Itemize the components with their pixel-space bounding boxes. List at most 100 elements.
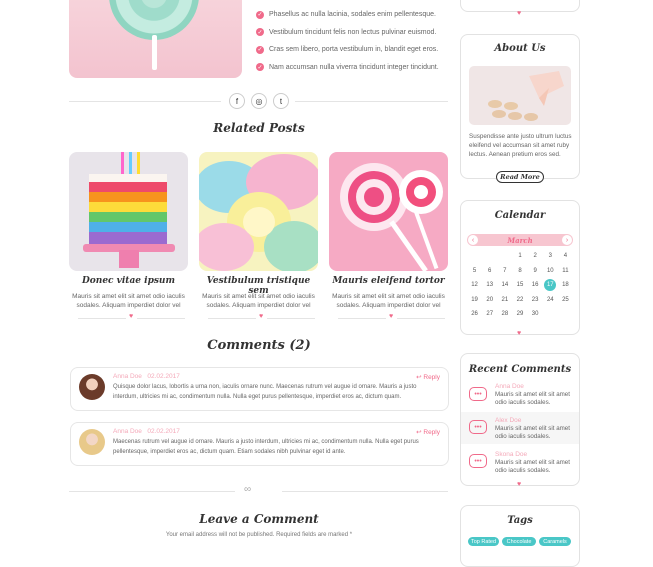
calendar-day[interactable]: 10: [544, 268, 556, 274]
calendar-grid: 1 2 3 4 5 6 7 8 9 10 11 12 13 14 15 16 17 18 19 20 21 22 23 24 2…: [467, 253, 573, 325]
form-note: Your email address will not be published…: [165, 532, 353, 538]
calendar-day[interactable]: 17: [544, 279, 557, 291]
speech-bubble-icon: •••: [469, 454, 487, 468]
calendar-day[interactable]: 14: [499, 282, 511, 288]
recent-author[interactable]: Anna Doe: [495, 383, 524, 390]
read-more-button[interactable]: Read More: [496, 171, 544, 183]
calendar-day[interactable]: 6: [484, 268, 496, 274]
calendar-day[interactable]: 22: [514, 297, 526, 303]
calendar-day[interactable]: 4: [559, 253, 571, 259]
month-label: March: [507, 236, 533, 245]
comment-date: 02.02.2017: [147, 428, 180, 435]
feature-item: ✓ Vestibulum tincidunt felis non lectus p…: [256, 28, 437, 37]
post-image-cake[interactable]: [69, 152, 188, 271]
tags-title: Tags: [507, 515, 533, 526]
divider: [69, 101, 221, 102]
lollipop-swirl: [109, 0, 199, 40]
calendar-day[interactable]: 1: [514, 253, 526, 259]
calendar-day[interactable]: 15: [514, 282, 526, 288]
heart-icon: ♥: [517, 330, 522, 337]
leave-comment-heading: Leave a Comment: [199, 512, 319, 526]
reply-link[interactable]: ↩ Reply: [416, 428, 440, 436]
post-title[interactable]: Donec vitae ipsum: [69, 276, 188, 286]
bow-ornament-icon: ∞: [244, 484, 252, 495]
comment-text: Maecenas rutrum vel augue id ornare. Mau…: [113, 439, 419, 455]
tags-widget: Tags Top Rated Chocolate Caramels: [460, 505, 580, 567]
calendar-day[interactable]: 18: [559, 282, 571, 288]
tag-pill[interactable]: Top Rated: [468, 537, 499, 546]
calendar-day[interactable]: 2: [529, 253, 541, 259]
divider: [208, 318, 256, 319]
calendar-day[interactable]: 25: [559, 297, 571, 303]
calendar-day[interactable]: 3: [544, 253, 556, 259]
divider: [267, 318, 315, 319]
calendar-day[interactable]: 11: [559, 268, 571, 274]
calendar-day[interactable]: 7: [499, 268, 511, 274]
calendar-day[interactable]: 8: [514, 268, 526, 274]
calendar-title: Calendar: [494, 210, 546, 221]
about-image: [469, 66, 571, 125]
next-month-button[interactable]: ›: [562, 235, 572, 245]
tag-pill[interactable]: Caramels: [539, 537, 571, 546]
recent-author[interactable]: Skona Doe: [495, 451, 527, 458]
calendar-day[interactable]: 26: [469, 311, 481, 317]
tag-pill[interactable]: Chocolate: [502, 537, 536, 546]
calendar-day[interactable]: 5: [469, 268, 481, 274]
comments-heading: Comments (2): [207, 338, 311, 353]
recent-author[interactable]: Alex Doe: [495, 417, 521, 424]
heart-icon: ♥: [259, 313, 264, 320]
recent-comments-title: Recent Comments: [468, 364, 572, 375]
calendar-day[interactable]: 13: [484, 282, 496, 288]
post-excerpt: Mauris sit amet elit sit amet odio iacul…: [72, 293, 185, 309]
speech-bubble-icon: •••: [469, 387, 487, 401]
comment-card: Anna Doe 02.02.2017 ↩ Reply Quisque dolo…: [70, 367, 449, 411]
recent-text: Mauris sit amet elit sit amet odio iacul…: [495, 425, 570, 440]
check-icon: ✓: [256, 10, 264, 19]
heart-icon: ♥: [129, 313, 134, 320]
heart-icon: ♥: [517, 10, 522, 17]
reply-link[interactable]: ↩ Reply: [416, 373, 440, 381]
check-icon: ✓: [256, 28, 264, 37]
about-text: Suspendisse ante justo ultrum luctus ele…: [469, 133, 572, 158]
avatar: [79, 374, 105, 400]
reply-icon: ↩: [416, 374, 422, 381]
divider: [295, 101, 448, 102]
lollipop-stick: [152, 35, 157, 70]
calendar-day[interactable]: 29: [514, 311, 526, 317]
post-image-lollipop[interactable]: [329, 152, 448, 271]
comment-author[interactable]: Anna Doe: [113, 428, 142, 435]
comment-text: Quisque dolor lacus, lobortis a urna non…: [113, 384, 417, 400]
month-bar: ‹ March ›: [467, 234, 573, 246]
instagram-icon[interactable]: ◎: [251, 93, 267, 109]
post-image-marshmallow[interactable]: [199, 152, 318, 271]
comment-meta: Anna Doe 02.02.2017: [113, 428, 180, 435]
recent-comments-widget: Recent Comments ••• Anna Doe Mauris sit …: [460, 353, 580, 486]
calendar-day[interactable]: 21: [499, 297, 511, 303]
calendar-day[interactable]: 28: [499, 311, 511, 317]
post-title[interactable]: Mauris eleifend tortor: [329, 276, 448, 286]
facebook-icon[interactable]: f: [229, 93, 245, 109]
divider: [78, 318, 126, 319]
feature-item: ✓ Cras sem libero, porta vestibulum in, b…: [256, 45, 439, 54]
calendar-day[interactable]: 24: [544, 297, 556, 303]
calendar-day[interactable]: 16: [529, 282, 541, 288]
calendar-day[interactable]: 27: [484, 311, 496, 317]
calendar-day[interactable]: 20: [484, 297, 496, 303]
comment-author[interactable]: Anna Doe: [113, 373, 142, 380]
divider: [397, 318, 445, 319]
calendar-day[interactable]: 9: [529, 268, 541, 274]
calendar-day[interactable]: 23: [529, 297, 541, 303]
recent-text: Mauris sit amet elit sit amet odio iacul…: [495, 459, 570, 474]
divider: [69, 491, 235, 492]
related-posts-heading: Related Posts: [213, 121, 305, 135]
calendar-day[interactable]: 30: [529, 311, 541, 317]
reply-icon: ↩: [416, 429, 422, 436]
divider: [338, 318, 386, 319]
heart-icon: ♥: [389, 313, 394, 320]
calendar-day[interactable]: 12: [469, 282, 481, 288]
feature-item: ✓ Phasellus ac nulla lacinia, sodales eni…: [256, 10, 436, 19]
twitter-icon[interactable]: t: [273, 93, 289, 109]
comment-date: 02.02.2017: [147, 373, 180, 380]
check-icon: ✓: [256, 63, 264, 72]
calendar-day[interactable]: 19: [469, 297, 481, 303]
